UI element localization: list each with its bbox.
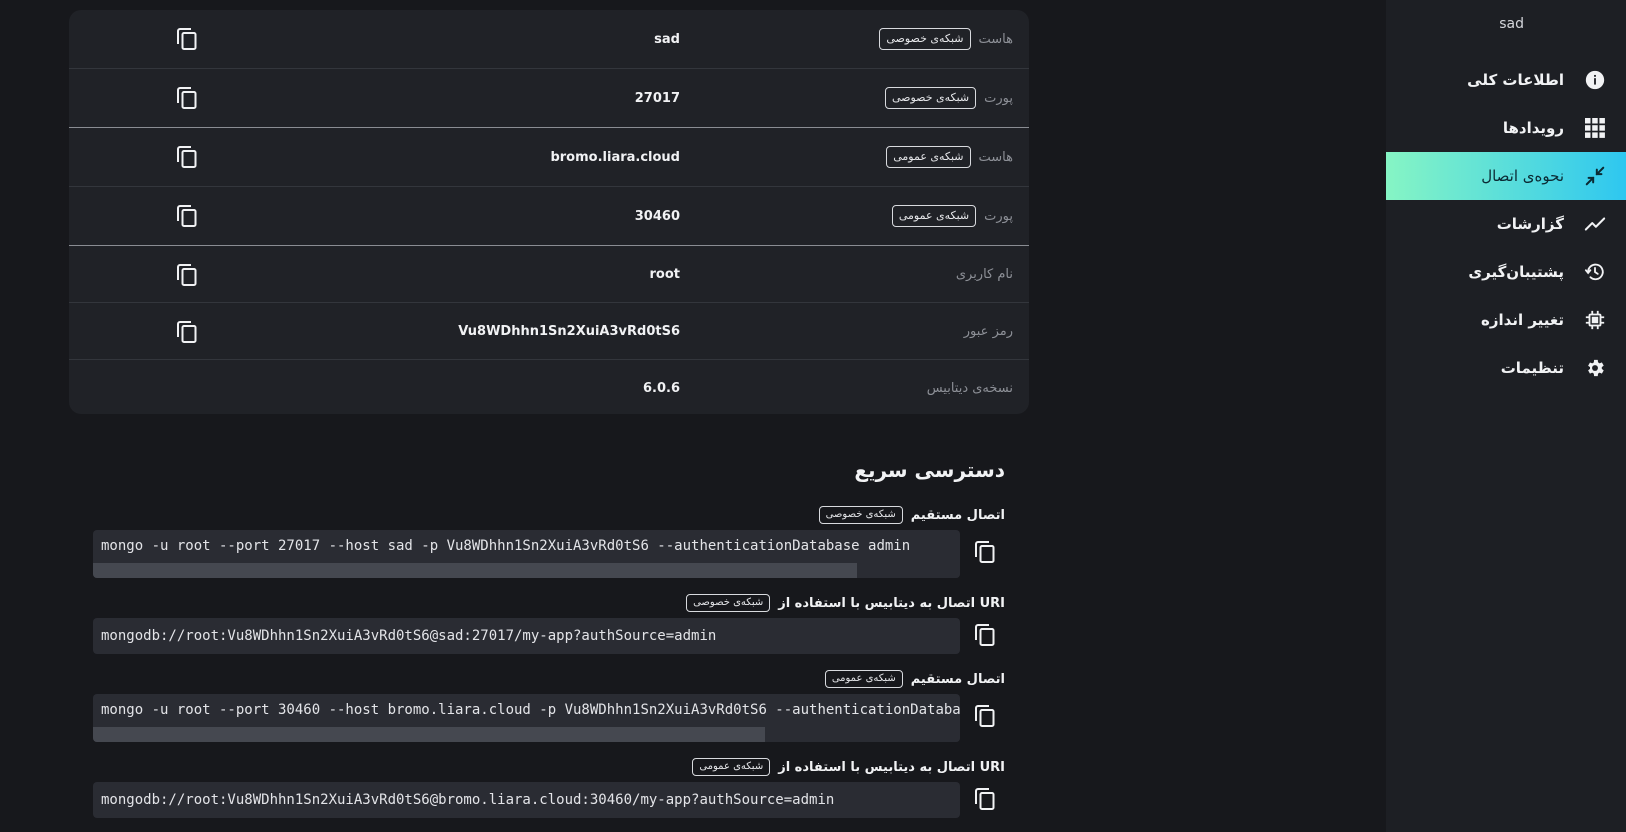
row-value: bromo.liara.cloud bbox=[550, 149, 680, 165]
scrollbar-thumb[interactable] bbox=[93, 727, 765, 742]
copy-button[interactable] bbox=[971, 538, 999, 566]
network-badge: شبکه‌ی خصوصی bbox=[884, 87, 977, 109]
copy-button[interactable] bbox=[971, 702, 999, 730]
copy-icon bbox=[177, 205, 197, 227]
copy-button[interactable] bbox=[173, 143, 201, 171]
network-badge: شبکه‌ی خصوصی bbox=[879, 28, 971, 50]
code-text: mongodb://root:Vu8WDhhn1Sn2XuiA3vRd0tS6@… bbox=[101, 628, 717, 644]
info-row-public-port: پورت شبکه‌ی عمومی 30460 bbox=[69, 187, 1029, 246]
row-label: هاست bbox=[978, 149, 1013, 165]
copy-icon bbox=[177, 321, 197, 343]
info-row-private-port: پورت شبکه‌ی خصوصی 27017 bbox=[69, 69, 1029, 128]
chip-icon bbox=[1582, 307, 1608, 333]
sidebar-item-label: گزارشات bbox=[1496, 215, 1564, 233]
sidebar-item-reports[interactable]: گزارشات bbox=[1386, 200, 1626, 248]
scrollbar-thumb[interactable] bbox=[93, 563, 857, 578]
row-value: 6.0.6 bbox=[642, 380, 680, 396]
copy-icon bbox=[975, 788, 995, 810]
copy-icon bbox=[177, 146, 197, 168]
network-badge: شبکه‌ی عمومی bbox=[891, 205, 977, 227]
connection-info-card: هاست شبکه‌ی خصوصی sad پورت شبکه‌ی خصوصی 27… bbox=[69, 10, 1029, 414]
horizontal-scrollbar[interactable] bbox=[93, 563, 960, 578]
code-text: mongo -u root --port 27017 --host sad -p… bbox=[101, 538, 911, 554]
copy-icon bbox=[975, 624, 995, 646]
info-row-public-host: هاست شبکه‌ی عمومی bromo.liara.cloud bbox=[69, 128, 1029, 187]
row-value: 30460 bbox=[634, 208, 680, 224]
sidebar: sad اطلاعات کلی رویدادها نحوه‌ی اتصال گز… bbox=[1386, 0, 1626, 832]
sidebar-item-resize[interactable]: تغییر اندازه bbox=[1386, 296, 1626, 344]
heading-label: اتصال مستقیم bbox=[910, 671, 1005, 687]
code-block-private-direct[interactable]: mongo -u root --port 27017 --host sad -p… bbox=[93, 530, 960, 578]
row-label: نام کاربری bbox=[955, 266, 1013, 282]
copy-button[interactable] bbox=[173, 318, 201, 346]
sidebar-item-backup[interactable]: پشتیبان‌گیری bbox=[1386, 248, 1626, 296]
grid-icon bbox=[1582, 115, 1608, 141]
info-icon bbox=[1582, 67, 1608, 93]
copy-icon bbox=[975, 705, 995, 727]
code-text: mongodb://root:Vu8WDhhn1Sn2XuiA3vRd0tS6@… bbox=[101, 792, 835, 808]
sidebar-item-events[interactable]: رویدادها bbox=[1386, 104, 1626, 152]
row-label: رمز عبور bbox=[963, 323, 1013, 339]
row-value: sad bbox=[654, 31, 680, 47]
quick-access-heading: اتصال به دیتابیس با استفاده از URI شبکه‌… bbox=[686, 594, 1005, 612]
sidebar-item-connection[interactable]: نحوه‌ی اتصال bbox=[1386, 152, 1626, 200]
row-value: 27017 bbox=[634, 90, 680, 106]
gear-icon bbox=[1582, 355, 1608, 381]
code-text: mongo -u root --port 30460 --host bromo.… bbox=[101, 702, 960, 718]
network-badge: شبکه‌ی عمومی bbox=[692, 758, 771, 776]
info-row-private-host: هاست شبکه‌ی خصوصی sad bbox=[69, 10, 1029, 69]
quick-access-heading: اتصال به دیتابیس با استفاده از URI شبکه‌… bbox=[692, 758, 1005, 776]
row-label: نسخه‌ی دیتابیس bbox=[926, 380, 1013, 396]
code-block-public-uri[interactable]: mongodb://root:Vu8WDhhn1Sn2XuiA3vRd0tS6@… bbox=[93, 782, 960, 818]
network-badge: شبکه‌ی عمومی bbox=[886, 146, 971, 168]
history-icon bbox=[1582, 259, 1608, 285]
sidebar-item-label: تنظیمات bbox=[1500, 359, 1564, 377]
row-label: پورت bbox=[984, 208, 1013, 224]
sidebar-item-label: اطلاعات کلی bbox=[1467, 71, 1564, 89]
sidebar-title: sad bbox=[1499, 16, 1524, 32]
copy-button[interactable] bbox=[173, 25, 201, 53]
heading-label: اتصال مستقیم bbox=[910, 507, 1005, 523]
heading-label: اتصال به دیتابیس با استفاده از URI bbox=[778, 759, 1005, 775]
sidebar-item-label: تغییر اندازه bbox=[1481, 311, 1564, 329]
sidebar-menu: اطلاعات کلی رویدادها نحوه‌ی اتصال گزارشا… bbox=[1386, 56, 1626, 392]
copy-icon bbox=[177, 87, 197, 109]
sidebar-item-overview[interactable]: اطلاعات کلی bbox=[1386, 56, 1626, 104]
horizontal-scrollbar[interactable] bbox=[93, 727, 960, 742]
row-label: پورت bbox=[984, 90, 1013, 106]
sidebar-item-label: پشتیبان‌گیری bbox=[1468, 263, 1564, 281]
row-value: root bbox=[649, 266, 681, 282]
network-badge: شبکه‌ی خصوصی bbox=[686, 594, 771, 612]
code-block-private-uri[interactable]: mongodb://root:Vu8WDhhn1Sn2XuiA3vRd0tS6@… bbox=[93, 618, 960, 654]
row-value: Vu8WDhhn1Sn2XuiA3vRd0tS6 bbox=[458, 323, 680, 339]
network-badge: شبکه‌ی عمومی bbox=[824, 670, 903, 688]
chart-line-icon bbox=[1582, 211, 1608, 237]
quick-access-heading: اتصال مستقیم شبکه‌ی عمومی bbox=[824, 670, 1005, 688]
quick-access-heading: اتصال مستقیم شبکه‌ی خصوصی bbox=[818, 506, 1005, 524]
row-label: هاست bbox=[978, 31, 1013, 47]
sidebar-item-label: رویدادها bbox=[1502, 119, 1564, 137]
sidebar-item-settings[interactable]: تنظیمات bbox=[1386, 344, 1626, 392]
copy-button[interactable] bbox=[173, 202, 201, 230]
copy-icon bbox=[177, 264, 197, 286]
copy-icon bbox=[975, 541, 995, 563]
quick-access-title: دسترسی سریع bbox=[854, 458, 1005, 482]
copy-button[interactable] bbox=[173, 261, 201, 289]
network-badge: شبکه‌ی خصوصی bbox=[818, 506, 903, 524]
heading-label: اتصال به دیتابیس با استفاده از URI bbox=[778, 595, 1005, 611]
copy-button[interactable] bbox=[971, 621, 999, 649]
copy-button[interactable] bbox=[971, 785, 999, 813]
copy-icon bbox=[177, 28, 197, 50]
info-row-username: نام کاربری root bbox=[69, 246, 1029, 303]
info-row-db-version: نسخه‌ی دیتابیس 6.0.6 bbox=[69, 360, 1029, 414]
code-block-public-direct[interactable]: mongo -u root --port 30460 --host bromo.… bbox=[93, 694, 960, 742]
copy-button[interactable] bbox=[173, 84, 201, 112]
compress-icon bbox=[1582, 163, 1608, 189]
info-row-password: رمز عبور Vu8WDhhn1Sn2XuiA3vRd0tS6 bbox=[69, 303, 1029, 360]
sidebar-item-label: نحوه‌ی اتصال bbox=[1481, 167, 1564, 185]
